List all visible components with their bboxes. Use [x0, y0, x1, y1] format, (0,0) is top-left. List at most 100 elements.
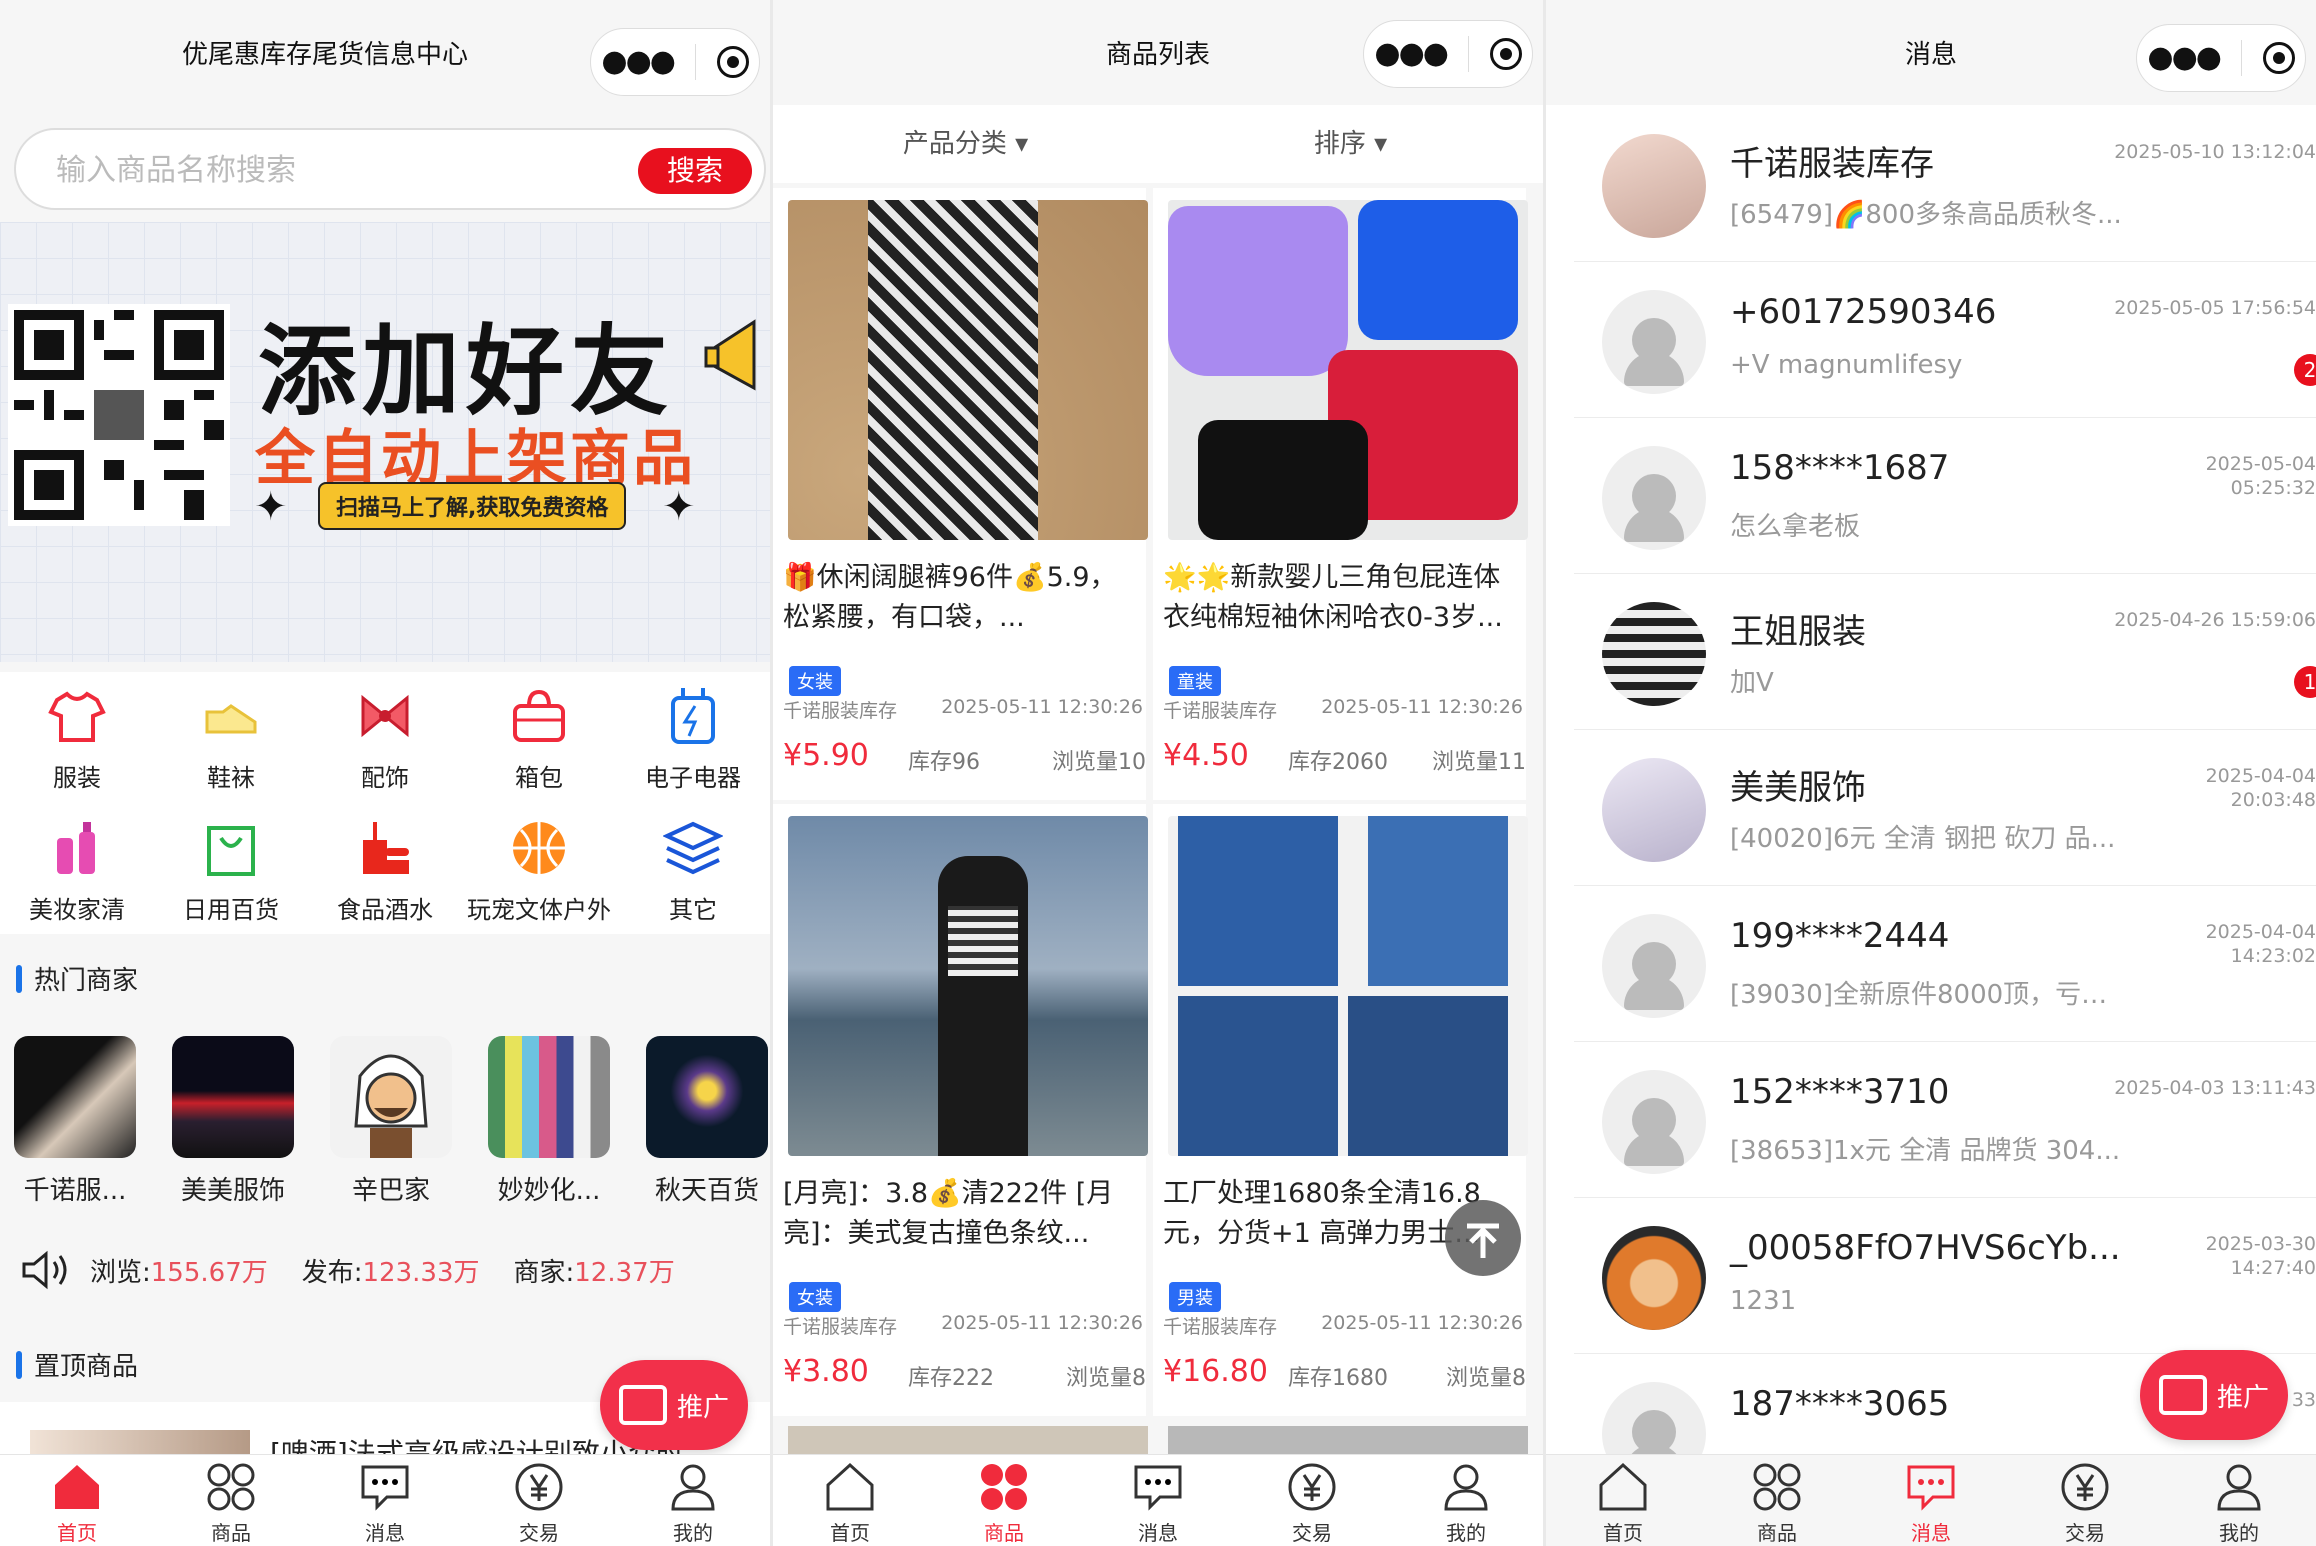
promote-button[interactable]: 推广	[2140, 1350, 2288, 1440]
navigation-bar: 优尾惠库存尾货信息中心 ●●●	[0, 0, 770, 105]
message-item[interactable]: 199****2444 [39030]全新原件8000顶，亏本... 2025-…	[1546, 886, 2316, 1042]
sort-filter[interactable]: 排序 ▾	[1158, 105, 1543, 183]
product-tag: 男装	[1169, 1282, 1221, 1312]
user-icon	[667, 1461, 719, 1513]
views-label: 浏览:	[90, 1257, 151, 1288]
tab-profile[interactable]: 我的	[2162, 1455, 2316, 1546]
category-shoes[interactable]: 鞋袜	[154, 686, 308, 793]
product-card[interactable]: 🌟🌟新款婴儿三角包屁连体衣纯棉短袖休闲哈衣0-3岁... 童装 千诺服装库存 20…	[1153, 188, 1528, 800]
product-price: ¥16.80	[1163, 1354, 1268, 1389]
tab-trade[interactable]: 交易	[2008, 1455, 2162, 1546]
merchant-card[interactable]: 辛巴家	[330, 1036, 452, 1207]
category-daily-goods[interactable]: 日用百货	[154, 818, 308, 925]
posts-count: 123.33万	[362, 1257, 480, 1288]
merchant-avatar	[172, 1036, 294, 1158]
category-clothing[interactable]: 服装	[0, 686, 154, 793]
mini-program-capsule: ●●●	[2136, 24, 2306, 92]
product-card[interactable]: [月亮]：3.8💰清222件 [月亮]：美式复古撞色条纹... 女装 千诺服装库…	[773, 804, 1148, 1416]
tab-products[interactable]: 商品	[927, 1455, 1081, 1546]
message-item[interactable]: 158****1687 怎么拿老板 2025-05-04 05:25:32	[1546, 418, 2316, 574]
user-icon	[2213, 1461, 2265, 1513]
category-label: 配饰	[361, 764, 409, 792]
message-item[interactable]: 152****3710 [38653]1x元 全清 品牌货 304... 202…	[1546, 1042, 2316, 1198]
platform-stats: 浏览: 155.67万 发布: 123.33万 商家: 12.37万	[20, 1250, 675, 1290]
message-item[interactable]: 王姐服装 加V 2025-04-26 15:59:06 1	[1546, 574, 2316, 730]
product-tag: 童装	[1169, 666, 1221, 696]
post-time: 2025-05-11 12:30:26	[941, 696, 1143, 718]
category-accessories[interactable]: 配饰	[308, 686, 462, 793]
close-target-icon[interactable]	[716, 46, 749, 78]
message-preview: +V magnumlifesy	[1730, 350, 1963, 380]
tab-home[interactable]: 首页	[1546, 1455, 1700, 1546]
tab-messages[interactable]: 消息	[1081, 1455, 1235, 1546]
category-bags[interactable]: 箱包	[462, 686, 616, 793]
messages-panel: 消息 ●●● 千诺服装库存 [65479]🌈800多条高品质秋冬... 2025…	[1546, 0, 2316, 1546]
category-filter[interactable]: 产品分类 ▾	[773, 105, 1158, 183]
back-to-top-button[interactable]	[1445, 1200, 1521, 1276]
tab-messages[interactable]: 消息	[308, 1455, 462, 1546]
product-card[interactable]: 工厂处理1680条全清16.8元，分货+1 高弹力男士... 男装 千诺服装库存…	[1153, 804, 1528, 1416]
tab-profile[interactable]: 我的	[1389, 1455, 1543, 1546]
merchant-card[interactable]: 美美服饰	[172, 1036, 294, 1207]
tab-messages[interactable]: 消息	[1854, 1455, 2008, 1546]
pants-pattern	[868, 200, 1038, 540]
message-item[interactable]: _00058FfO7HVS6cYb... 1231 2025-03-30 14:…	[1546, 1198, 2316, 1354]
speaker-icon	[22, 1250, 67, 1290]
tab-trade[interactable]: 交易	[462, 1455, 616, 1546]
product-list-panel: 商品列表 ●●● 产品分类 ▾ 排序 ▾ 🎁休闲阔腿裤96件💰5.9，松紧腰，有…	[773, 0, 1543, 1546]
promote-button[interactable]: 推广	[600, 1360, 748, 1450]
promote-label: 推广	[2216, 1382, 2269, 1413]
tab-label: 商品	[984, 1521, 1024, 1545]
category-electronics[interactable]: 电子电器	[616, 686, 770, 793]
category-cosmetics[interactable]: 美妆家清	[0, 818, 154, 925]
close-target-icon[interactable]	[1489, 38, 1522, 70]
message-item[interactable]: 千诺服装库存 [65479]🌈800多条高品质秋冬... 2025-05-10 …	[1546, 106, 2316, 262]
unread-badge: 2	[2294, 354, 2316, 386]
person-body	[1624, 1444, 1684, 1454]
tab-label: 消息	[365, 1521, 405, 1545]
tab-label: 交易	[2065, 1521, 2105, 1545]
message-item[interactable]: 美美服饰 [40020]6元 全清 钢把 砍刀 品... 2025-04-04 …	[1546, 730, 2316, 886]
store-icon	[618, 1385, 667, 1425]
page-title: 消息	[1904, 40, 1957, 70]
yuan-icon	[1286, 1461, 1338, 1513]
tab-label: 首页	[830, 1521, 870, 1545]
tab-home[interactable]: 首页	[0, 1455, 154, 1546]
merchant-card[interactable]: 秋天百货	[646, 1036, 768, 1207]
product-card[interactable]: 🎁休闲阔腿裤96件💰5.9，松紧腰，有口袋，... 女装 千诺服装库存 2025-…	[773, 188, 1148, 800]
more-icon[interactable]: ●●●	[2147, 43, 2222, 73]
more-icon[interactable]: ●●●	[601, 47, 676, 77]
category-food-drinks[interactable]: 食品酒水	[308, 818, 462, 925]
close-target-icon[interactable]	[2262, 42, 2295, 74]
navigation-bar: 商品列表 ●●●	[773, 0, 1543, 105]
category-other[interactable]: 其它	[616, 818, 770, 925]
tab-label: 交易	[519, 1521, 559, 1545]
mini-program-capsule: ●●●	[1363, 20, 1533, 88]
merchant-card[interactable]: 千诺服...	[14, 1036, 136, 1207]
promo-banner[interactable]: 添加好友 全自动上架商品 扫描马上了解,获取免费资格 ✦ ✦	[0, 222, 770, 862]
category-label: 日用百货	[183, 896, 279, 924]
merchant-card[interactable]: 妙妙化...	[488, 1036, 610, 1207]
product-title: 🎁休闲阔腿裤96件💰5.9，松紧腰，有口袋，...	[783, 562, 1117, 633]
tab-home[interactable]: 首页	[773, 1455, 927, 1546]
more-icon[interactable]: ●●●	[1374, 39, 1449, 69]
search-input[interactable]	[56, 148, 616, 192]
product-image	[1168, 200, 1528, 540]
tab-trade[interactable]: 交易	[1235, 1455, 1389, 1546]
product-meta: 千诺服装库存 2025-05-11 12:30:26	[1163, 696, 1523, 723]
category-label: 食品酒水	[337, 896, 433, 924]
search-button[interactable]: 搜索	[638, 148, 752, 194]
black-tshirt	[1198, 420, 1368, 540]
tab-products[interactable]: 商品	[1700, 1455, 1854, 1546]
posts-label: 发布:	[301, 1257, 363, 1288]
message-preview: [39030]全新原件8000顶，亏本...	[1730, 980, 2130, 1010]
plug-icon	[663, 686, 723, 746]
category-pets-sports[interactable]: 玩宠文体户外	[462, 818, 616, 925]
contact-name: 王姐服装	[1730, 612, 1866, 652]
tab-products[interactable]: 商品	[154, 1455, 308, 1546]
message-item[interactable]: +60172590346 +V magnumlifesy 2025-05-05 …	[1546, 262, 2316, 418]
merchant-avatar	[330, 1036, 452, 1158]
tab-profile[interactable]: 我的	[616, 1455, 770, 1546]
merchant-avatar	[488, 1036, 610, 1158]
category-label: 玩宠文体户外	[467, 896, 611, 924]
